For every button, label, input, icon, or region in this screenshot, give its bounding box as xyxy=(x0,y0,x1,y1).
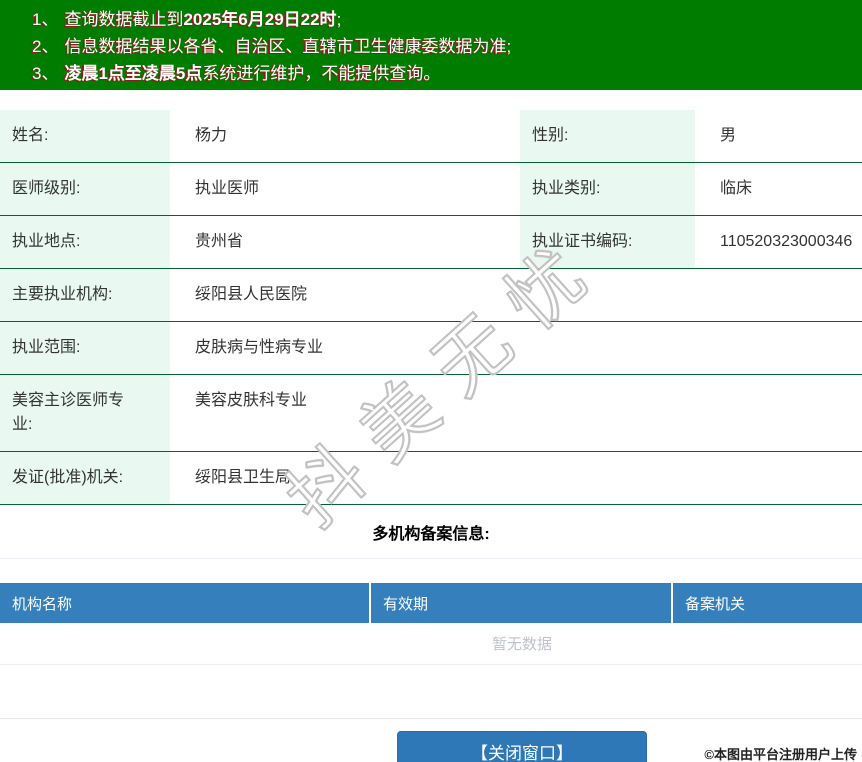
field-label-certificate-number: 执业证书编码: xyxy=(520,216,695,268)
notice-number: 1、 xyxy=(32,10,59,29)
field-value-issuing-authority: 绥阳县卫生局 xyxy=(195,469,292,486)
notice-number: 3、 xyxy=(32,64,59,83)
no-data-text: 暂无数据 xyxy=(491,636,552,653)
table-row: 执业范围: 皮肤病与性病专业 xyxy=(0,322,862,375)
field-value-doctor-level: 执业医师 xyxy=(195,180,260,197)
notice-line-2: 2、 信息数据结果以各省、自治区、直辖市卫生健康委数据为准; xyxy=(0,33,862,60)
table-row: 美容主诊医师专业: 美容皮肤科专业 xyxy=(0,375,862,452)
field-value-practice-category: 临床 xyxy=(720,180,753,197)
notice-text: 系统进行维护，不能提供查询。 xyxy=(202,64,441,83)
notice-line-3: 3、 凌晨1点至凌晨5点系统进行维护，不能提供查询。 xyxy=(0,60,862,87)
section-title-multi-institution: 多机构备案信息: xyxy=(0,505,862,559)
field-label-cosmetic-specialty: 美容主诊医师专业: xyxy=(0,375,170,451)
table-row: 发证(批准)机关: 绥阳县卫生局 xyxy=(0,452,862,505)
notice-text: ; xyxy=(336,10,342,29)
field-label-practice-category: 执业类别: xyxy=(520,163,695,215)
field-label-doctor-level: 医师级别: xyxy=(0,163,170,215)
field-label-issuing-authority: 发证(批准)机关: xyxy=(0,452,170,504)
field-value-name: 杨力 xyxy=(195,127,228,144)
notice-number: 2、 xyxy=(32,37,59,56)
field-value-certificate-number: 110520323000346 xyxy=(720,233,853,250)
close-window-button[interactable]: 【关闭窗口】 xyxy=(397,731,647,762)
notice-text: 信息数据结果以各省、自治区、直辖市卫生健康委数据为准; xyxy=(64,37,512,56)
notice-text-bold: 2025年6月29日22时 xyxy=(183,10,337,29)
column-header-record-authority: 备案机关 xyxy=(685,595,746,613)
field-value-practice-scope: 皮肤病与性病专业 xyxy=(195,339,324,356)
field-value-cosmetic-specialty: 美容皮肤科专业 xyxy=(195,392,308,409)
footer-bar: 【关闭窗口】 ©本图由平台注册用户上传 xyxy=(0,718,862,762)
field-label-gender: 性别: xyxy=(520,110,695,162)
table-row: 执业地点: 贵州省 执业证书编码: 110520323000346 xyxy=(0,216,862,269)
copyright-text: ©本图由平台注册用户上传 xyxy=(704,747,857,762)
records-empty-row: 暂无数据 xyxy=(0,623,862,665)
notice-banner: 1、 查询数据截止到2025年6月29日22时; 2、 信息数据结果以各省、自治区、… xyxy=(0,0,862,90)
notice-line-1: 1、 查询数据截止到2025年6月29日22时; xyxy=(0,6,862,33)
notice-text-bold: 凌晨1点至凌晨5点 xyxy=(64,64,203,83)
field-value-practice-location: 贵州省 xyxy=(195,233,244,250)
table-row: 医师级别: 执业医师 执业类别: 临床 xyxy=(0,163,862,216)
table-row: 姓名: 杨力 性别: 男 xyxy=(0,110,862,163)
field-value-main-institution: 绥阳县人民医院 xyxy=(195,286,308,303)
table-row: 主要执业机构: 绥阳县人民医院 xyxy=(0,269,862,322)
column-header-institution-name: 机构名称 xyxy=(0,583,371,623)
records-table-header: 机构名称 有效期 备案机关 xyxy=(0,583,862,623)
column-header-validity-period: 有效期 xyxy=(371,583,673,623)
field-label-practice-location: 执业地点: xyxy=(0,216,170,268)
field-value-gender: 男 xyxy=(720,127,737,144)
practitioner-info-table: 姓名: 杨力 性别: 男 医师级别: 执业医师 执业类别: 临床 执业地点: 贵… xyxy=(0,110,862,505)
field-label-main-institution: 主要执业机构: xyxy=(0,269,170,321)
field-label-practice-scope: 执业范围: xyxy=(0,322,170,374)
notice-text: 查询数据截止到 xyxy=(64,10,184,29)
field-label-name: 姓名: xyxy=(0,110,170,162)
